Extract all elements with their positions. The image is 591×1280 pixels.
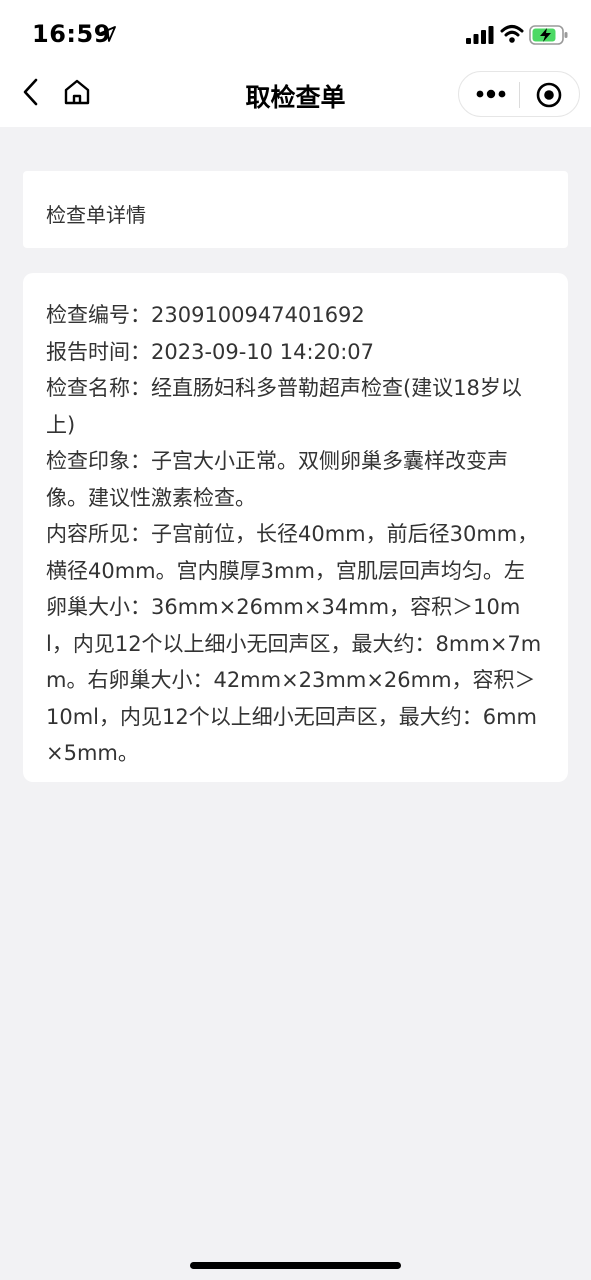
- exam-number: 检查编号：2309100947401692: [46, 303, 365, 327]
- exam-findings: 内容所见：子宫前位，长径40mm，前后径30mm，横径40mm。宫内膜厚3mm，…: [46, 522, 542, 765]
- location-arrow-icon: [100, 26, 116, 42]
- capsule-divider: [519, 82, 520, 108]
- exam-name: 检查名称：经直肠妇科多普勒超声检查(建议18岁以上): [46, 376, 522, 437]
- status-bar: 16:59: [0, 0, 591, 64]
- detail-header-card: 检查单详情: [23, 171, 568, 248]
- report-card: 检查编号：2309100947401692 报告时间：2023-09-10 14…: [23, 273, 568, 782]
- nav-bar: 取检查单: [0, 64, 591, 127]
- home-indicator[interactable]: [190, 1262, 401, 1269]
- close-miniprogram-icon[interactable]: [535, 81, 563, 109]
- report-time: 报告时间：2023-09-10 14:20:07: [46, 339, 375, 364]
- wifi-icon: [500, 25, 524, 43]
- detail-header-label: 检查单详情: [46, 203, 146, 227]
- miniprogram-capsule: [458, 71, 580, 117]
- battery-charging-icon: [529, 25, 568, 45]
- more-icon[interactable]: [471, 81, 511, 107]
- top-area: 16:59 取检查单: [0, 0, 591, 127]
- cellular-signal-icon: [466, 26, 494, 44]
- exam-impression: 检查印象：子宫大小正常。双侧卵巢多囊样改变声像。建议性激素检查。: [46, 449, 508, 510]
